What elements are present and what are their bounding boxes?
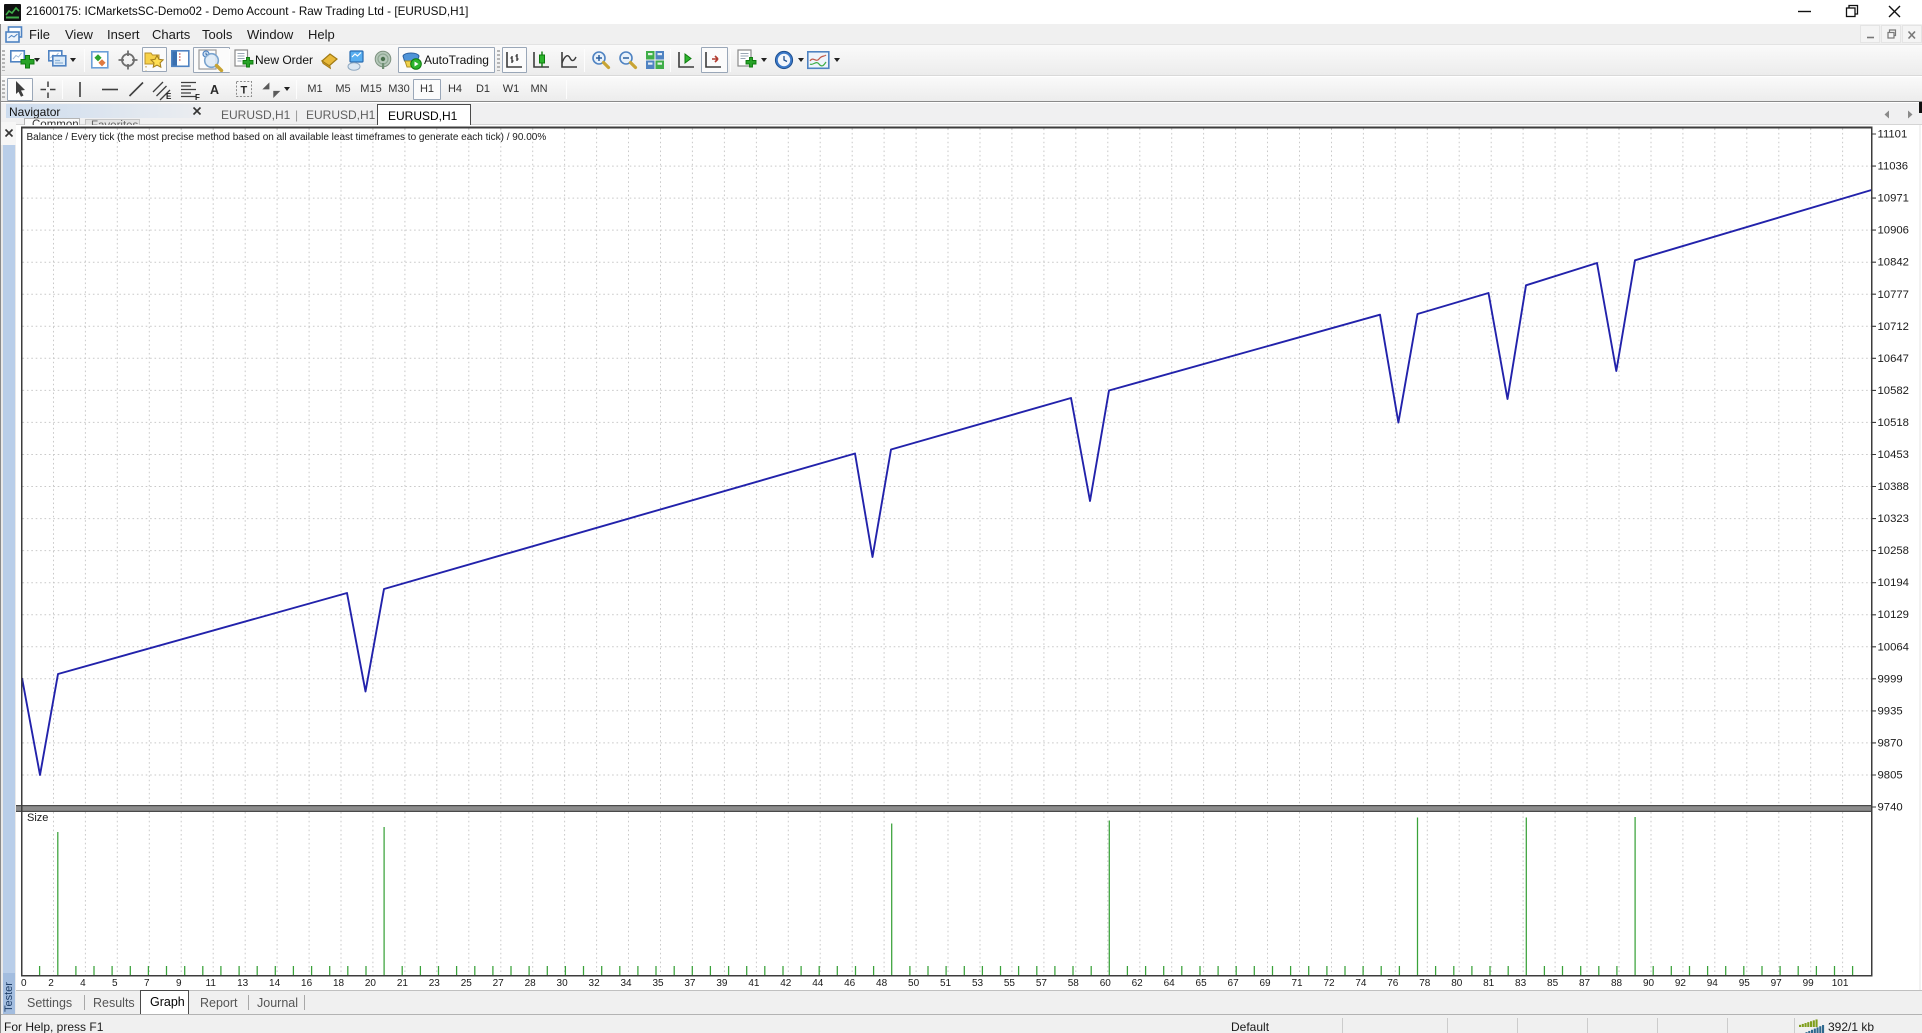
svg-text:10712: 10712 [1878,321,1909,333]
svg-text:69: 69 [1259,978,1271,989]
svg-text:10906: 10906 [1878,225,1909,237]
svg-text:95: 95 [1739,978,1751,989]
svg-text:32: 32 [589,978,601,989]
svg-text:90: 90 [1643,978,1655,989]
svg-text:10777: 10777 [1878,289,1909,301]
svg-text:E: E [166,92,172,101]
svg-text:10129: 10129 [1878,609,1909,621]
svg-text:87: 87 [1579,978,1591,989]
svg-text:T: T [241,85,248,97]
svg-text:10518: 10518 [1878,417,1909,429]
svg-text:9935: 9935 [1878,705,1903,717]
svg-text:57: 57 [1036,978,1048,989]
svg-text:2: 2 [48,978,54,989]
svg-text:62: 62 [1132,978,1144,989]
svg-text:11036: 11036 [1878,161,1909,173]
svg-text:9999: 9999 [1878,673,1903,685]
svg-text:53: 53 [972,978,984,989]
svg-text:5: 5 [112,978,118,989]
svg-text:58: 58 [1068,978,1080,989]
svg-text:78: 78 [1419,978,1431,989]
svg-text:80: 80 [1451,978,1463,989]
svg-text:Size: Size [27,812,48,824]
svg-text:88: 88 [1611,978,1623,989]
svg-text:94: 94 [1707,978,1719,989]
svg-text:0: 0 [21,978,27,989]
svg-text:48: 48 [876,978,888,989]
svg-text:11101: 11101 [1878,129,1908,141]
svg-text:37: 37 [684,978,696,989]
svg-text:99: 99 [1803,978,1815,989]
svg-text:60: 60 [1100,978,1112,989]
svg-text:9870: 9870 [1878,737,1903,749]
svg-text:21: 21 [397,978,409,989]
svg-text:9740: 9740 [1878,802,1903,814]
svg-text:85: 85 [1547,978,1559,989]
svg-text:10842: 10842 [1878,257,1909,269]
svg-text:10064: 10064 [1878,641,1909,653]
svg-text:18: 18 [333,978,345,989]
svg-text:9: 9 [176,978,182,989]
svg-text:7: 7 [144,978,150,989]
svg-text:10582: 10582 [1878,385,1909,397]
svg-text:44: 44 [812,978,824,989]
svg-text:10647: 10647 [1878,353,1909,365]
svg-text:14: 14 [269,978,281,989]
svg-text:50: 50 [908,978,920,989]
svg-text:34: 34 [620,978,632,989]
svg-text:16: 16 [301,978,313,989]
svg-text:Tester: Tester [3,982,15,1012]
svg-text:10194: 10194 [1878,577,1909,589]
svg-text:28: 28 [525,978,537,989]
svg-text:39: 39 [716,978,728,989]
svg-text:27: 27 [493,978,505,989]
svg-text:81: 81 [1483,978,1495,989]
svg-text:25: 25 [461,978,473,989]
svg-text:10323: 10323 [1878,513,1909,525]
svg-text:46: 46 [844,978,856,989]
svg-text:10388: 10388 [1878,481,1909,493]
svg-text:97: 97 [1771,978,1783,989]
svg-text:30: 30 [557,978,569,989]
svg-text:71: 71 [1291,978,1303,989]
svg-text:4: 4 [80,978,86,989]
svg-text:20: 20 [365,978,377,989]
svg-text:51: 51 [940,978,952,989]
svg-text:F: F [195,93,200,101]
svg-text:41: 41 [748,978,760,989]
svg-text:101: 101 [1832,978,1849,989]
svg-text:42: 42 [780,978,792,989]
svg-text:64: 64 [1164,978,1176,989]
svg-text:74: 74 [1355,978,1367,989]
svg-text:10971: 10971 [1878,193,1909,205]
svg-text:35: 35 [652,978,664,989]
svg-text:23: 23 [429,978,441,989]
svg-text:72: 72 [1323,978,1335,989]
svg-text:Balance / Every tick (the most: Balance / Every tick (the most precise m… [27,132,547,143]
svg-text:92: 92 [1675,978,1687,989]
svg-text:65: 65 [1196,978,1208,989]
svg-text:10258: 10258 [1878,545,1909,557]
svg-text:76: 76 [1387,978,1399,989]
svg-text:11: 11 [206,978,217,989]
svg-text:10453: 10453 [1878,449,1909,461]
svg-text:83: 83 [1515,978,1527,989]
svg-text:13: 13 [237,978,249,989]
svg-text:9805: 9805 [1878,770,1903,782]
svg-text:67: 67 [1228,978,1240,989]
svg-text:55: 55 [1004,978,1016,989]
